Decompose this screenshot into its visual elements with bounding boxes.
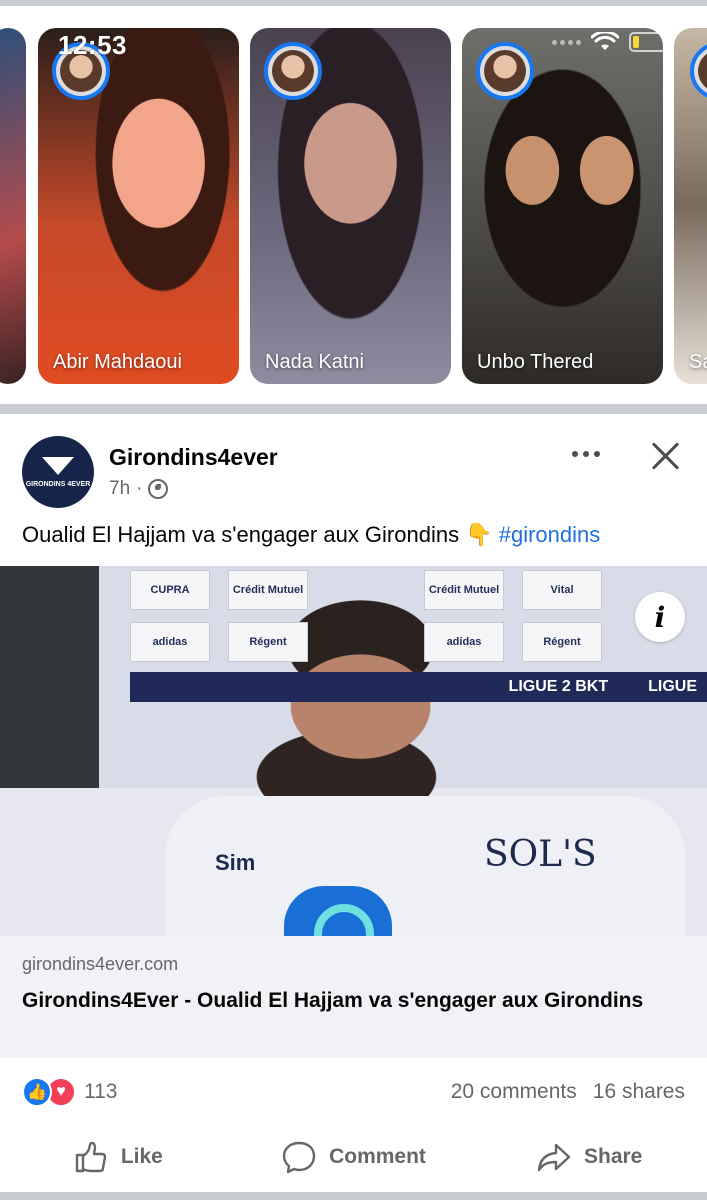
post-body: Oualid El Hajjam va s'engager aux Girond… <box>22 522 460 547</box>
share-button[interactable]: Share <box>471 1130 707 1184</box>
ligue-banner: LIGUE 2 BKT LIGUE <box>130 672 707 702</box>
sponsor-board: Régent <box>522 622 602 662</box>
post-text: Oualid El Hajjam va s'engager aux Girond… <box>22 522 600 548</box>
share-arrow-icon <box>537 1143 571 1172</box>
story-name: Nada Katni <box>265 351 364 373</box>
post-stats: 20 comments 16 shares <box>451 1080 685 1104</box>
post-meta: 7h · <box>109 478 169 500</box>
sponsor-board: adidas <box>424 622 504 662</box>
story-card[interactable]: Sa <box>674 28 707 384</box>
story-card[interactable]: Nada Katni <box>250 28 451 384</box>
pointing-down-emoji: 👇 <box>465 522 493 547</box>
post-action-bar: Like Comment Share <box>0 1130 707 1184</box>
status-icons <box>552 32 673 52</box>
comments-count[interactable]: 20 comments <box>451 1080 577 1104</box>
info-button[interactable]: i <box>635 592 685 642</box>
sponsor-board: Crédit Mutuel <box>228 570 308 610</box>
story-avatar <box>264 42 322 100</box>
sponsor-board: Crédit Mutuel <box>424 570 504 610</box>
stories-tray[interactable]: Abir Mahdaoui Nada Katni Unbo Thered Sa <box>0 6 707 404</box>
cellular-signal-icon <box>552 39 581 45</box>
story-card[interactable]: Abir Mahdaoui <box>38 28 239 384</box>
reactions-count: 113 <box>84 1080 118 1103</box>
like-label: Like <box>120 1145 163 1168</box>
globe-icon <box>148 479 169 499</box>
wifi-icon <box>591 32 619 50</box>
meta-separator: · <box>136 478 143 499</box>
dot-icon <box>583 451 589 457</box>
dot-icon <box>594 451 600 457</box>
link-domain: girondins4ever.com <box>22 954 179 974</box>
status-time: 12:53 <box>58 30 127 60</box>
link-preview[interactable]: girondins4ever.com Girondins4Ever - Oual… <box>0 936 707 1058</box>
story-name: Abir Mahdaoui <box>53 351 182 373</box>
battery-icon <box>629 32 673 52</box>
link-image[interactable]: CUPRA Crédit Mutuel Crédit Mutuel Vital … <box>0 566 707 936</box>
story-avatar <box>690 42 707 100</box>
post-author[interactable]: Girondins4ever <box>109 444 278 471</box>
story-card[interactable] <box>0 28 26 384</box>
story-card[interactable]: Unbo Thered <box>462 28 663 384</box>
share-label: Share <box>583 1145 643 1168</box>
ligue-text: LIGUE 2 BKT <box>508 678 609 695</box>
story-name: Unbo Thered <box>477 351 594 373</box>
sponsor-board: adidas <box>130 622 210 662</box>
more-options-button[interactable] <box>572 440 600 468</box>
jersey-sponsor: Sim <box>215 850 256 875</box>
comment-label: Comment <box>329 1145 426 1168</box>
section-divider <box>0 404 707 414</box>
comment-bubble-icon <box>282 1141 316 1174</box>
ligue-text: LIGUE <box>648 678 697 695</box>
story-name: Sa <box>689 351 707 373</box>
post-time[interactable]: 7h <box>109 478 130 500</box>
sponsor-board: CUPRA <box>130 570 210 610</box>
microphone <box>284 886 392 936</box>
shares-count[interactable]: 16 shares <box>593 1080 685 1104</box>
sponsor-board: Régent <box>228 622 308 662</box>
like-button[interactable]: Like <box>0 1130 236 1184</box>
like-reaction-icon: 👍 <box>22 1077 52 1107</box>
bottom-separator <box>0 1192 707 1200</box>
close-icon[interactable] <box>648 438 684 474</box>
sponsor-board: Vital <box>522 570 602 610</box>
reactions-summary[interactable]: 👍 ♥ 113 <box>22 1077 117 1107</box>
jersey-sponsor: SOL'S <box>484 834 597 875</box>
thumbs-up-icon <box>75 1141 107 1173</box>
page-avatar[interactable]: GIRONDINS 4EVER <box>22 436 94 508</box>
story-avatar <box>476 42 534 100</box>
comment-button[interactable]: Comment <box>236 1130 472 1184</box>
hashtag-link[interactable]: #girondins <box>499 522 601 547</box>
avatar-logo-text: GIRONDINS 4EVER <box>25 481 91 488</box>
link-title: Girondins4Ever - Oualid El Hajjam va s'e… <box>22 989 644 1012</box>
dot-icon <box>572 451 578 457</box>
